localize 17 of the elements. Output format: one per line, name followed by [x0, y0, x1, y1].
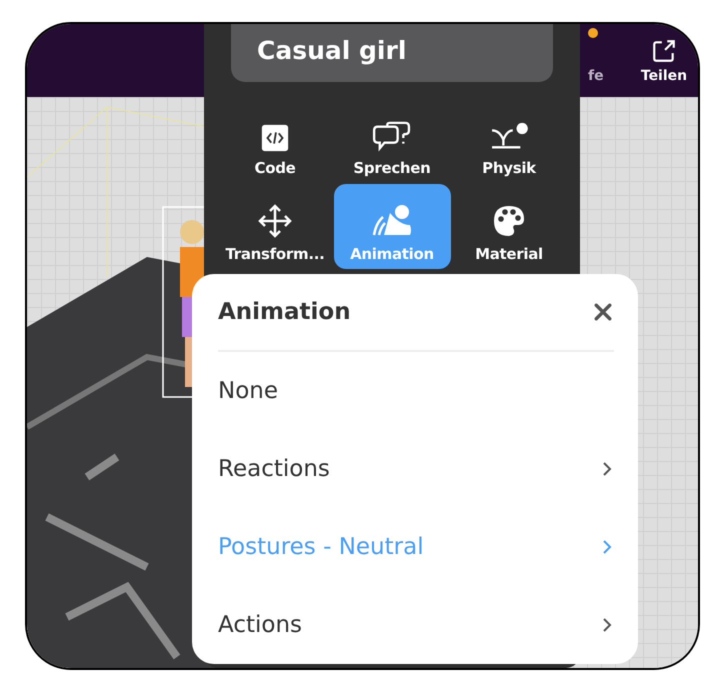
- menu-item[interactable]: Reactions: [218, 430, 614, 508]
- close-icon[interactable]: [594, 303, 612, 321]
- toolbar-button[interactable]: fe: [588, 24, 618, 97]
- menu-item[interactable]: None: [218, 352, 614, 430]
- menu-item[interactable]: Actions: [218, 586, 614, 664]
- popup-title: Animation: [218, 299, 351, 325]
- tool-button[interactable]: Material: [450, 184, 568, 269]
- palette-icon: [491, 203, 527, 239]
- object-name-field[interactable]: Casual girl: [231, 24, 553, 82]
- move-arrows-icon: [257, 203, 293, 239]
- code-icon: [260, 123, 290, 153]
- tool-button[interactable]: Sprechen: [334, 98, 450, 183]
- share-icon: [651, 38, 677, 64]
- toolbar-button[interactable]: Teilen: [632, 24, 696, 97]
- tool-button[interactable]: Code: [216, 98, 334, 183]
- tool-button[interactable]: Transform...: [216, 184, 334, 269]
- tool-button[interactable]: Physik: [450, 98, 568, 183]
